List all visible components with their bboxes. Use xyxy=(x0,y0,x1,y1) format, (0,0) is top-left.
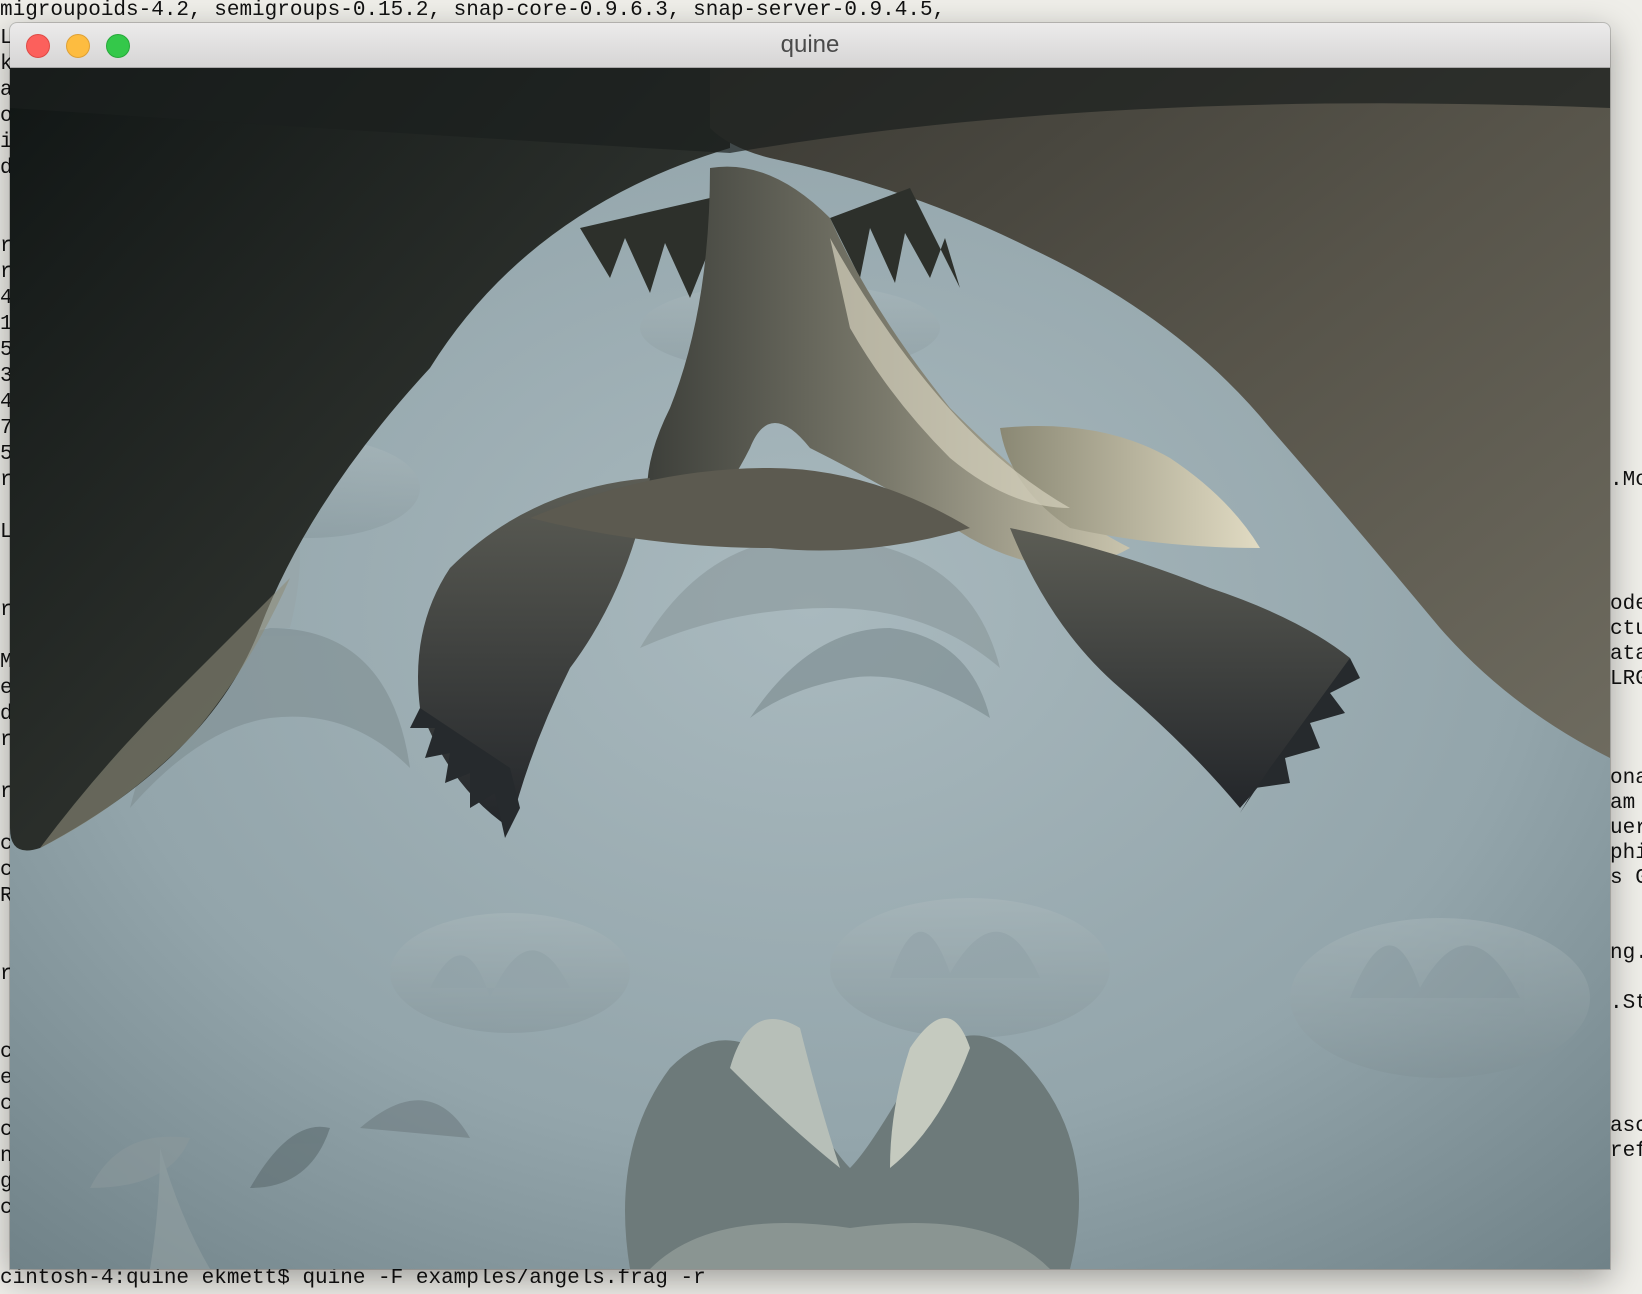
render-viewport[interactable] xyxy=(10,68,1610,1269)
terminal-right-fragment: .St xyxy=(1610,992,1642,1015)
terminal-right-fragment: ata xyxy=(1610,643,1642,666)
quine-window[interactable]: quine xyxy=(10,23,1610,1269)
terminal-right-fragment: ona xyxy=(1610,767,1642,790)
window-titlebar[interactable]: quine xyxy=(10,23,1610,68)
terminal-right-fragment: phi xyxy=(1610,842,1642,865)
terminal-right-fragment: ode xyxy=(1610,593,1642,616)
terminal-right-fragment: .Mo xyxy=(1610,469,1642,492)
terminal-right-fragment: ref xyxy=(1610,1140,1642,1163)
fractal-render-canvas xyxy=(10,68,1610,1269)
terminal-right-fragment: ng. xyxy=(1610,942,1642,965)
terminal-right-fragment: uer xyxy=(1610,817,1642,840)
terminal-prompt-line: cintosh-4:quine ekmett$ quine -F example… xyxy=(0,1267,706,1290)
terminal-right-fragment: LRG xyxy=(1610,668,1642,691)
window-title: quine xyxy=(780,31,840,58)
terminal-right-fragment: ctu xyxy=(1610,618,1642,641)
terminal-right-fragment: s G xyxy=(1610,867,1642,890)
terminal-right-fragment: asc xyxy=(1610,1115,1642,1138)
terminal-top-line: migroupoids-4.2, semigroups-0.15.2, snap… xyxy=(0,0,946,22)
terminal-right-fragment: am xyxy=(1610,792,1636,815)
